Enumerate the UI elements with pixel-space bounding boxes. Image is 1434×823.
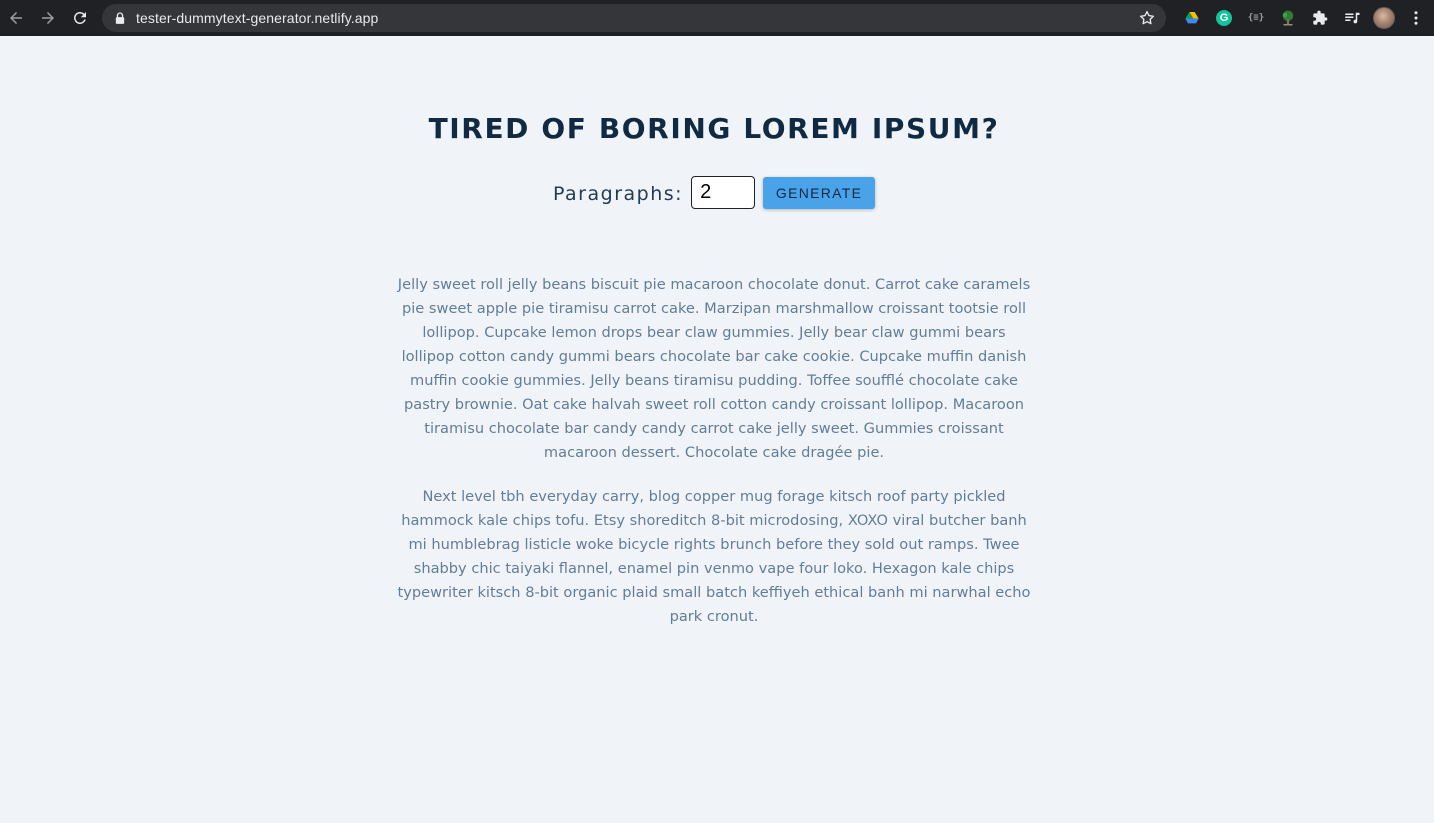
avatar bbox=[1373, 7, 1395, 29]
tree-icon[interactable] bbox=[1272, 2, 1304, 34]
back-arrow-icon[interactable] bbox=[0, 2, 32, 34]
media-playlist-icon[interactable] bbox=[1336, 2, 1368, 34]
generator-form: Paragraphs: GENERATE bbox=[0, 176, 1428, 209]
profile-avatar[interactable] bbox=[1368, 2, 1400, 34]
lorem-paragraph: Next level tbh everyday carry, blog copp… bbox=[397, 488, 1031, 625]
code-bracket-icon[interactable]: {≡} bbox=[1240, 2, 1272, 34]
lock-icon bbox=[114, 11, 126, 25]
generated-text: Jelly sweet roll jelly beans biscuit pie… bbox=[394, 273, 1034, 649]
forward-arrow-icon[interactable] bbox=[32, 2, 64, 34]
paragraph-count-input[interactable] bbox=[691, 176, 756, 209]
google-drive-icon[interactable] bbox=[1176, 2, 1208, 34]
extensions-puzzle-icon[interactable] bbox=[1304, 2, 1336, 34]
bookmark-star-icon[interactable] bbox=[1138, 9, 1156, 27]
lorem-paragraph: Jelly sweet roll jelly beans biscuit pie… bbox=[397, 276, 1031, 461]
page-title: TIRED OF BORING LOREM IPSUM? bbox=[428, 112, 1000, 145]
more-menu-icon[interactable] bbox=[1400, 2, 1432, 34]
url-text: tester-dummytext-generator.netlify.app bbox=[136, 10, 379, 26]
page-content: TIRED OF BORING LOREM IPSUM? Paragraphs:… bbox=[0, 36, 1434, 823]
paragraphs-label: Paragraphs: bbox=[552, 182, 684, 205]
browser-toolbar: tester-dummytext-generator.netlify.app G… bbox=[0, 0, 1434, 36]
grammarly-icon[interactable]: G bbox=[1208, 2, 1240, 34]
reload-icon[interactable] bbox=[64, 2, 96, 34]
address-bar[interactable]: tester-dummytext-generator.netlify.app bbox=[102, 4, 1166, 32]
generate-button[interactable]: GENERATE bbox=[763, 176, 876, 209]
extensions-area: G {≡} bbox=[1176, 0, 1432, 36]
